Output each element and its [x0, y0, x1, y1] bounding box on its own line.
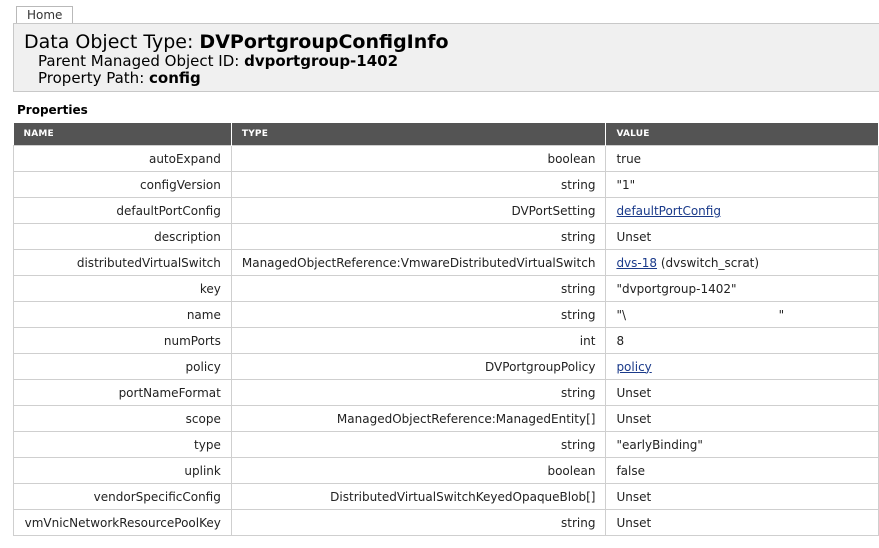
property-name-cell: configVersion [13, 171, 232, 198]
table-row: uplink boolean false [13, 457, 879, 484]
property-value-text: false [616, 463, 645, 478]
property-type-cell: int [230, 327, 607, 354]
property-type-cell: boolean [230, 457, 607, 484]
property-name-cell: defaultPortConfig [13, 197, 232, 224]
property-value-text: "1" [616, 177, 636, 192]
property-value-cell: Unset [605, 379, 879, 406]
table-row: configVersion string "1" [13, 171, 879, 198]
property-value-text: "\ " [616, 307, 785, 322]
parent-managed-object: Parent Managed Object ID: dvportgroup-14… [38, 53, 398, 70]
property-type-cell: string [230, 431, 607, 458]
property-value-link[interactable]: dvs-18 [616, 256, 657, 270]
property-value-text: Unset [616, 489, 652, 504]
property-name-cell: scope [13, 405, 232, 432]
property-value-text: "earlyBinding" [616, 437, 703, 452]
property-value-cell: policy [605, 353, 879, 380]
table-row: vmVnicNetworkResourcePoolKey string Unset [13, 509, 879, 536]
property-value-text: Unset [616, 385, 652, 400]
parent-value: dvportgroup-1402 [244, 52, 399, 70]
properties-heading: Properties [17, 103, 88, 117]
property-type-cell: string [230, 379, 607, 406]
column-header-type: TYPE [231, 123, 607, 146]
home-tab[interactable]: Home [16, 6, 74, 24]
property-name-cell: numPorts [13, 327, 232, 354]
table-row: key string "dvportgroup-1402" [13, 275, 879, 302]
property-value-cell: defaultPortConfig [605, 197, 879, 224]
table-row: numPorts int 8 [13, 327, 879, 354]
table-row: policy DVPortgroupPolicy policy [13, 353, 879, 380]
property-name-cell: distributedVirtualSwitch [13, 249, 232, 276]
property-name-cell: autoExpand [13, 145, 232, 172]
parent-prefix: Parent Managed Object ID: [38, 52, 245, 70]
property-name-cell: description [13, 223, 232, 250]
page-title: Data Object Type: DVPortgroupConfigInfo [24, 31, 449, 53]
property-type-cell: DistributedVirtualSwitchKeyedOpaqueBlob[… [230, 483, 607, 510]
property-type-cell: string [230, 301, 607, 328]
property-path: Property Path: config [38, 70, 201, 87]
property-name-cell: uplink [13, 457, 232, 484]
table-row: type string "earlyBinding" [13, 431, 879, 458]
property-type-cell: string [230, 509, 607, 536]
property-type-cell: string [230, 275, 607, 302]
property-value-cell: dvs-18 (dvswitch_scrat) [605, 249, 879, 276]
property-value-cell: "\ " [605, 301, 879, 328]
table-row: distributedVirtualSwitch ManagedObjectRef… [13, 249, 879, 276]
property-value-cell: false [605, 457, 879, 484]
property-value-cell: true [605, 145, 879, 172]
property-value-text: 8 [616, 333, 625, 348]
property-type-cell: boolean [230, 145, 607, 172]
property-value-cell: Unset [605, 483, 879, 510]
property-type-cell: DVPortgroupPolicy [230, 353, 607, 380]
table-row: scope ManagedObjectReference:ManagedEntit… [13, 405, 879, 432]
property-value-suffix: (dvswitch_scrat) [657, 255, 760, 270]
column-header-value: VALUE [605, 123, 879, 146]
title-value: DVPortgroupConfigInfo [199, 31, 449, 53]
property-value-cell: "1" [605, 171, 879, 198]
property-value-cell: "dvportgroup-1402" [605, 275, 879, 302]
path-value: config [149, 69, 201, 87]
property-value-text: Unset [616, 229, 652, 244]
property-value-text: Unset [616, 515, 652, 530]
property-value-text: Unset [616, 411, 652, 426]
properties-table: NAME TYPE VALUE autoExpand boolean true con… [13, 123, 879, 536]
property-value-link[interactable]: defaultPortConfig [616, 204, 721, 218]
property-type-cell: ManagedObjectReference:ManagedEntity[] [230, 405, 607, 432]
property-type-cell: ManagedObjectReference:VmwareDistributed… [230, 249, 607, 276]
property-name-cell: vmVnicNetworkResourcePoolKey [13, 509, 232, 536]
table-row: name string "\ " [13, 301, 879, 328]
property-value-link[interactable]: policy [616, 360, 651, 374]
property-type-cell: DVPortSetting [230, 197, 607, 224]
property-name-cell: name [13, 301, 232, 328]
title-prefix: Data Object Type: [24, 31, 200, 53]
property-value-cell: Unset [605, 405, 879, 432]
path-prefix: Property Path: [38, 69, 150, 87]
table-row: vendorSpecificConfig DistributedVirtualSw… [13, 483, 879, 510]
property-name-cell: policy [13, 353, 232, 380]
property-name-cell: key [13, 275, 232, 302]
property-name-cell: type [13, 431, 232, 458]
property-value-cell: Unset [605, 223, 879, 250]
table-row: description string Unset [13, 223, 879, 250]
property-name-cell: portNameFormat [13, 379, 232, 406]
property-value-cell: "earlyBinding" [605, 431, 879, 458]
property-value-cell: Unset [605, 509, 879, 536]
table-row: defaultPortConfig DVPortSetting defaultPor… [13, 197, 879, 224]
property-type-cell: string [230, 171, 607, 198]
property-value-cell: 8 [605, 327, 879, 354]
column-header-name: NAME [13, 123, 232, 146]
property-value-text: "dvportgroup-1402" [616, 281, 737, 296]
property-type-cell: string [230, 223, 607, 250]
table-row: autoExpand boolean true [13, 145, 879, 172]
property-value-text: true [616, 151, 642, 166]
object-header: Data Object Type: DVPortgroupConfigInfo … [13, 23, 879, 92]
table-header-row: NAME TYPE VALUE [13, 123, 879, 146]
property-name-cell: vendorSpecificConfig [13, 483, 232, 510]
table-row: portNameFormat string Unset [13, 379, 879, 406]
